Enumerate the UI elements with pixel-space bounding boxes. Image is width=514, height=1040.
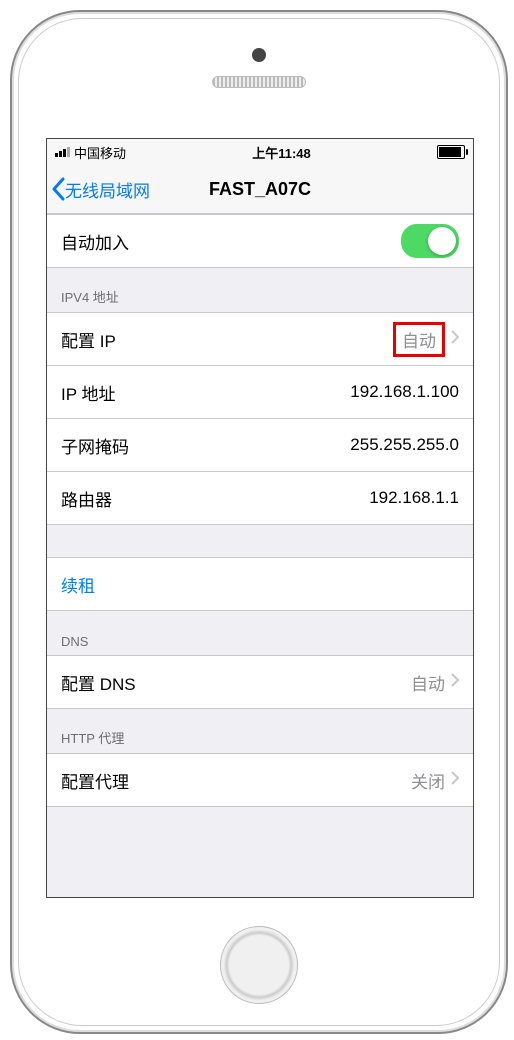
back-button[interactable]: 无线局域网	[51, 165, 150, 213]
ipv4-header: IPV4 地址	[47, 268, 473, 312]
signal-icon	[55, 147, 70, 157]
renew-lease-label: 续租	[61, 572, 459, 597]
device-frame: 中国移动 上午11:48 无线局域网 FAST_A07C 自动加入	[10, 10, 508, 1034]
speaker-grill	[212, 76, 306, 88]
home-button[interactable]	[220, 926, 298, 1004]
config-proxy-label: 配置代理	[61, 768, 411, 793]
screen: 中国移动 上午11:48 无线局域网 FAST_A07C 自动加入	[46, 138, 474, 898]
autojoin-toggle[interactable]	[401, 224, 459, 258]
chevron-right-icon	[451, 329, 459, 349]
battery-icon	[437, 145, 465, 159]
ip-address-row: IP 地址 192.168.1.100	[47, 366, 473, 419]
ip-address-label: IP 地址	[61, 380, 350, 405]
router-row: 路由器 192.168.1.1	[47, 472, 473, 525]
chevron-right-icon	[451, 770, 459, 790]
subnet-label: 子网掩码	[61, 433, 350, 458]
config-dns-label: 配置 DNS	[61, 670, 411, 695]
config-ip-label: 配置 IP	[61, 327, 393, 352]
chevron-left-icon	[51, 177, 65, 201]
proxy-header: HTTP 代理	[47, 709, 473, 753]
highlight-box: 自动	[393, 322, 445, 357]
renew-lease-row[interactable]: 续租	[47, 557, 473, 611]
autojoin-label: 自动加入	[61, 229, 401, 254]
carrier-label: 中国移动	[74, 143, 126, 162]
router-value: 192.168.1.1	[369, 488, 459, 508]
config-ip-value: 自动	[402, 332, 436, 351]
config-proxy-value: 关闭	[411, 768, 445, 793]
clock: 上午11:48	[252, 143, 311, 162]
status-bar: 中国移动 上午11:48	[47, 139, 473, 165]
config-proxy-row[interactable]: 配置代理 关闭	[47, 753, 473, 807]
ip-address-value: 192.168.1.100	[350, 382, 459, 402]
front-sensor	[252, 48, 266, 62]
back-label: 无线局域网	[65, 177, 150, 202]
router-label: 路由器	[61, 486, 369, 511]
autojoin-row: 自动加入	[47, 214, 473, 268]
config-ip-row[interactable]: 配置 IP 自动	[47, 312, 473, 366]
nav-bar: 无线局域网 FAST_A07C	[47, 165, 473, 214]
config-dns-value: 自动	[411, 670, 445, 695]
dns-header: DNS	[47, 611, 473, 655]
chevron-right-icon	[451, 672, 459, 692]
subnet-row: 子网掩码 255.255.255.0	[47, 419, 473, 472]
subnet-value: 255.255.255.0	[350, 435, 459, 455]
config-dns-row[interactable]: 配置 DNS 自动	[47, 655, 473, 709]
